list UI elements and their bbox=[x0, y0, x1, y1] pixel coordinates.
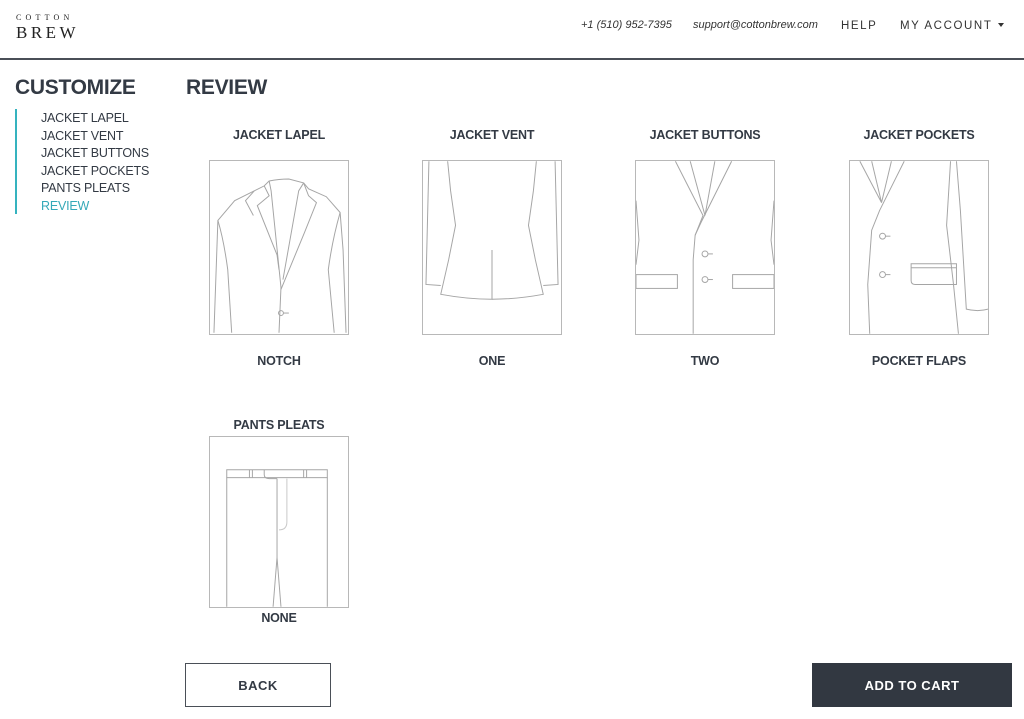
caret-down-icon bbox=[998, 22, 1005, 27]
header-phone[interactable]: +1 (510) 952-7395 bbox=[581, 19, 672, 31]
sidebar-title: CUSTOMIZE bbox=[15, 76, 136, 99]
customize-nav: JACKET LAPEL JACKET VENT JACKET BUTTONS … bbox=[15, 109, 149, 214]
selection-card-pants-pleats: PANTS PLEATS NONE bbox=[189, 417, 369, 625]
selection-category: JACKET POCKETS bbox=[863, 128, 975, 142]
logo-top-text: COTTON bbox=[16, 13, 74, 22]
jacket-lapel-notch-illustration bbox=[209, 160, 349, 335]
selection-category: JACKET LAPEL bbox=[232, 128, 326, 142]
selection-value: NOTCH bbox=[257, 354, 301, 368]
selection-value: TWO bbox=[690, 354, 720, 368]
page-title: REVIEW bbox=[186, 76, 268, 99]
sidebar-item-jacket-pockets[interactable]: JACKET POCKETS bbox=[41, 163, 149, 181]
my-account-menu[interactable]: MY ACCOUNT bbox=[900, 20, 1005, 32]
selection-card-jacket-buttons: JACKET BUTTONS TWO bbox=[615, 127, 795, 368]
my-account-label: MY ACCOUNT bbox=[900, 20, 993, 32]
sidebar-item-pants-pleats[interactable]: PANTS PLEATS bbox=[41, 180, 149, 198]
selection-category: PANTS PLEATS bbox=[233, 418, 325, 432]
sidebar-item-jacket-buttons[interactable]: JACKET BUTTONS bbox=[41, 145, 149, 163]
sidebar-item-jacket-lapel[interactable]: JACKET LAPEL bbox=[41, 110, 149, 128]
header-email[interactable]: support@cottonbrew.com bbox=[693, 19, 818, 31]
selection-card-jacket-vent: JACKET VENT ONE bbox=[402, 127, 582, 368]
selection-value: ONE bbox=[478, 354, 506, 368]
selection-value: POCKET FLAPS bbox=[871, 354, 967, 368]
add-to-cart-button[interactable]: ADD TO CART bbox=[812, 663, 1012, 707]
site-header: COTTON BREW +1 (510) 952-7395 support@co… bbox=[0, 0, 1024, 60]
help-link[interactable]: HELP bbox=[841, 20, 877, 32]
selection-value: NONE bbox=[261, 611, 297, 625]
jacket-pockets-flaps-illustration bbox=[849, 160, 989, 335]
sidebar-item-review[interactable]: REVIEW bbox=[41, 198, 149, 216]
back-button[interactable]: BACK bbox=[185, 663, 331, 707]
selection-card-jacket-lapel: JACKET LAPEL NOTCH bbox=[189, 127, 369, 368]
jacket-buttons-two-illustration bbox=[635, 160, 775, 335]
brand-logo[interactable]: COTTON BREW bbox=[16, 13, 79, 43]
selection-category: JACKET BUTTONS bbox=[649, 128, 761, 142]
logo-bottom-text: BREW bbox=[16, 23, 80, 42]
selection-category: JACKET VENT bbox=[449, 128, 535, 142]
selection-card-jacket-pockets: JACKET POCKETS POCKET FLAPS bbox=[829, 127, 1009, 368]
jacket-vent-one-illustration bbox=[422, 160, 562, 335]
pants-pleats-none-illustration bbox=[209, 436, 349, 608]
sidebar-item-jacket-vent[interactable]: JACKET VENT bbox=[41, 128, 149, 146]
